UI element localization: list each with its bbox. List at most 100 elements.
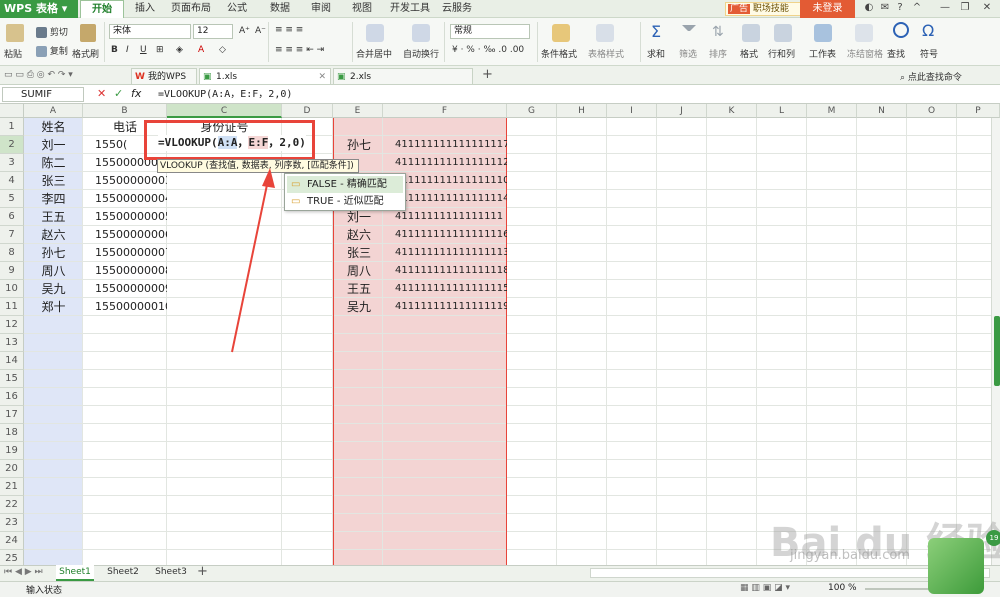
underline-icon[interactable]: U: [140, 45, 147, 55]
format-painter-icon[interactable]: [80, 24, 96, 42]
symbol-icon[interactable]: Ω: [922, 21, 934, 40]
freeze-label[interactable]: 冻结窗格: [847, 47, 883, 60]
tab-1-xls[interactable]: ▣ 1.xls ✕: [199, 68, 331, 84]
row-header[interactable]: 23: [0, 514, 24, 532]
cell-phone[interactable]: 15500000009: [95, 280, 167, 298]
row-header[interactable]: 7: [0, 226, 24, 244]
font-name-select[interactable]: 宋体: [109, 24, 191, 39]
table-style-icon[interactable]: [596, 24, 614, 42]
find-label[interactable]: 查找: [887, 47, 905, 60]
format-label[interactable]: 格式: [740, 47, 758, 60]
cell-name[interactable]: 郑十: [24, 298, 83, 316]
conditional-format-label[interactable]: 条件格式: [541, 47, 577, 60]
view-mode-icons[interactable]: ▦ ▥ ▣ ◪ ▾: [740, 583, 790, 593]
column-header[interactable]: M: [807, 104, 857, 118]
confirm-icon[interactable]: ✓: [114, 87, 123, 100]
login-button[interactable]: 未登录: [800, 0, 855, 18]
minimize-icon[interactable]: —: [938, 1, 952, 15]
filter-label[interactable]: 筛选: [679, 47, 697, 60]
match-type-dropdown[interactable]: ▭ FALSE - 精确匹配 ▭ TRUE - 近似匹配: [284, 173, 406, 211]
sum-icon[interactable]: Σ: [651, 22, 661, 41]
cell-id-number[interactable]: 411111111111111114: [395, 190, 507, 208]
row-header[interactable]: 13: [0, 334, 24, 352]
format-icon[interactable]: [742, 24, 760, 42]
column-header[interactable]: H: [557, 104, 607, 118]
column-header[interactable]: K: [707, 104, 757, 118]
row-header[interactable]: 9: [0, 262, 24, 280]
number-format-select[interactable]: 常规: [450, 24, 530, 39]
ribbon-tab[interactable]: 审阅: [304, 0, 338, 18]
row-header[interactable]: 3: [0, 154, 24, 172]
cell-id-number[interactable]: 411111111111111115: [395, 280, 507, 298]
cell-lookup-name[interactable]: 周八: [347, 262, 383, 280]
row-header[interactable]: 19: [0, 442, 24, 460]
select-all-corner[interactable]: [0, 104, 24, 118]
column-header[interactable]: G: [507, 104, 557, 118]
find-icon[interactable]: [893, 22, 909, 38]
cell-lookup-name[interactable]: 赵六: [347, 226, 383, 244]
row-header[interactable]: 21: [0, 478, 24, 496]
row-header[interactable]: 18: [0, 424, 24, 442]
column-header[interactable]: C: [167, 104, 282, 118]
row-header[interactable]: 24: [0, 532, 24, 550]
help-icon[interactable]: ?: [893, 1, 907, 15]
column-header[interactable]: J: [657, 104, 707, 118]
worksheet-label[interactable]: 工作表: [809, 47, 836, 60]
spreadsheet-grid[interactable]: A B C D E F G H I J K L M N O P 1 2 3 4 5 6 7 8 9 10 11 12 13 14 15 16 1…: [0, 104, 1000, 565]
row-header[interactable]: 6: [0, 208, 24, 226]
cell-phone[interactable]: 15500000006: [95, 226, 167, 244]
align-top-icon[interactable]: ≡ ≡ ≡: [275, 25, 303, 35]
column-header[interactable]: P: [957, 104, 1000, 118]
new-tab-icon[interactable]: +: [482, 67, 493, 82]
collapse-ribbon-icon[interactable]: ^: [910, 1, 924, 15]
tab-my-wps[interactable]: W 我的WPS: [131, 68, 197, 84]
name-box[interactable]: SUMIF: [2, 87, 84, 102]
row-header[interactable]: 17: [0, 406, 24, 424]
paste-label[interactable]: 粘贴: [4, 47, 22, 60]
cell-name[interactable]: 赵六: [24, 226, 83, 244]
cell-name[interactable]: 吴九: [24, 280, 83, 298]
sort-icon[interactable]: ⇅: [712, 24, 724, 40]
sheet-tab-2[interactable]: Sheet2: [104, 565, 142, 581]
row-col-icon[interactable]: [774, 24, 792, 42]
cell-name[interactable]: 周八: [24, 262, 83, 280]
cell-id-number[interactable]: 411111111111111110: [395, 172, 507, 190]
row-header[interactable]: 1: [0, 118, 24, 136]
cancel-icon[interactable]: ✕: [97, 87, 106, 100]
copy-button[interactable]: 复制: [36, 44, 68, 57]
row-header[interactable]: 4: [0, 172, 24, 190]
sort-label[interactable]: 排序: [709, 47, 727, 60]
font-grow-icon[interactable]: A⁺: [239, 26, 250, 36]
conditional-format-icon[interactable]: [552, 24, 570, 42]
quick-access-icons[interactable]: ▭ ▭ ⎙ ◎ ↶ ↷ ▾: [4, 70, 73, 80]
ad-badge[interactable]: 广告 职场技能: [725, 2, 805, 16]
freeze-icon[interactable]: [855, 24, 873, 42]
row-header[interactable]: 8: [0, 244, 24, 262]
feedback-icon[interactable]: ✉: [878, 1, 892, 15]
fx-icon[interactable]: fx: [131, 87, 141, 100]
cut-button[interactable]: 剪切: [36, 25, 68, 38]
zoom-level[interactable]: 100 %: [828, 583, 857, 593]
dropdown-option-false[interactable]: ▭ FALSE - 精确匹配: [287, 176, 403, 193]
close-tab-icon[interactable]: ✕: [318, 69, 326, 85]
cell-phone[interactable]: 15500000007: [95, 244, 167, 262]
cell-id-number[interactable]: 411111111111111118: [395, 262, 507, 280]
cell-name[interactable]: 张三: [24, 172, 83, 190]
merge-center-icon[interactable]: [366, 24, 384, 42]
sheet-tab-1[interactable]: Sheet1: [56, 565, 94, 581]
cell-name[interactable]: 孙七: [24, 244, 83, 262]
cell-name[interactable]: 姓名: [24, 118, 83, 136]
cell-lookup-name[interactable]: 吴九: [347, 298, 383, 316]
cell-lookup-name[interactable]: 王五: [347, 280, 383, 298]
row-header[interactable]: 20: [0, 460, 24, 478]
cell-lookup-name[interactable]: 张三: [347, 244, 383, 262]
cell-id-number[interactable]: 411111111111111119: [395, 298, 507, 316]
align-left-icon[interactable]: ≡ ≡ ≡ ⇤ ⇥: [275, 45, 324, 55]
command-search[interactable]: ⌕ 点此查找命令: [900, 70, 962, 83]
ribbon-tab[interactable]: 数据: [263, 0, 297, 18]
font-size-select[interactable]: 12: [193, 24, 233, 39]
row-header[interactable]: 16: [0, 388, 24, 406]
column-header[interactable]: F: [383, 104, 507, 118]
sheet-nav-icons[interactable]: ⏮ ◀ ▶ ⏭: [4, 567, 43, 577]
clear-icon[interactable]: ◇: [219, 45, 226, 55]
